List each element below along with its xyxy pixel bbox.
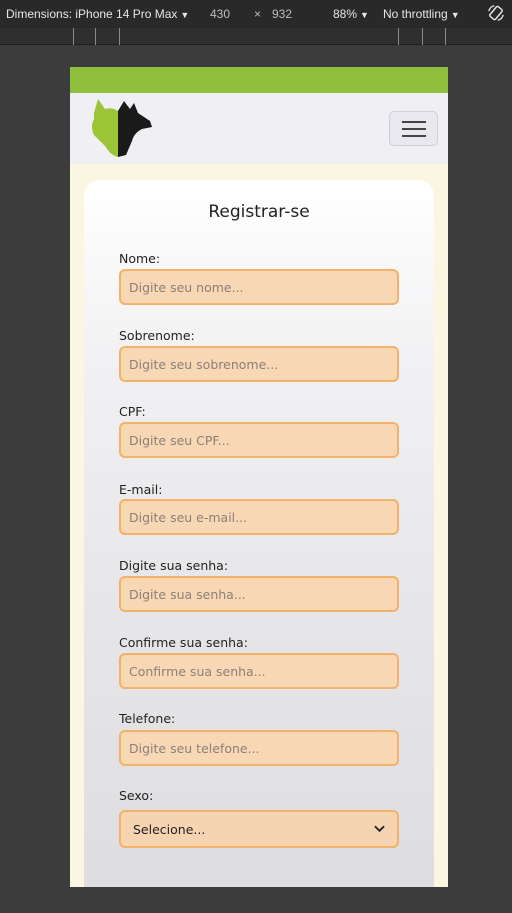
sobrenome-label: Sobrenome: xyxy=(119,328,195,343)
confirme-senha-input[interactable] xyxy=(119,653,399,689)
ruler-mark xyxy=(73,28,74,45)
chevron-down-icon: ▼ xyxy=(360,10,369,20)
nome-input[interactable] xyxy=(119,269,399,305)
telefone-label: Telefone: xyxy=(119,711,176,726)
throttling-dropdown[interactable]: No throttling ▼ xyxy=(383,7,460,21)
confirme-senha-label: Confirme sua senha: xyxy=(119,635,248,650)
devtools-toolbar: Dimensions: iPhone 14 Pro Max ▼ 430 × 932… xyxy=(0,0,512,28)
senha-input[interactable] xyxy=(119,576,399,612)
sexo-selected-value: Selecione... xyxy=(133,821,206,837)
ruler-mark xyxy=(422,28,423,45)
ruler-mark xyxy=(445,28,446,45)
senha-label: Digite sua senha: xyxy=(119,558,229,573)
cpf-input[interactable] xyxy=(119,422,399,458)
throttling-value: No throttling xyxy=(383,7,448,21)
zoom-dropdown[interactable]: 88% ▼ xyxy=(333,7,369,21)
telefone-input[interactable] xyxy=(119,730,399,766)
viewport-height[interactable]: 932 xyxy=(272,7,292,21)
navbar xyxy=(70,93,448,164)
viewport-width[interactable]: 430 xyxy=(210,7,230,21)
menu-toggle-button[interactable] xyxy=(389,111,438,146)
sobrenome-input[interactable] xyxy=(119,346,399,382)
sexo-select[interactable]: Selecione... xyxy=(119,810,399,848)
ruler-mark xyxy=(398,28,399,45)
sexo-label: Sexo: xyxy=(119,788,154,803)
register-form-card: Registrar-se Nome: Sobrenome: CPF: E-mai… xyxy=(84,180,434,887)
rotate-icon[interactable] xyxy=(487,4,505,22)
chevron-down-icon: ▼ xyxy=(450,10,460,20)
cat-dog-logo[interactable] xyxy=(88,99,158,159)
zoom-value: 88% xyxy=(333,7,358,21)
media-query-ruler xyxy=(0,28,512,45)
cpf-label: CPF: xyxy=(119,404,146,419)
ruler-mark xyxy=(119,28,120,45)
device-viewport: Registrar-se Nome: Sobrenome: CPF: E-mai… xyxy=(70,67,448,887)
ruler-mark xyxy=(95,28,96,45)
nome-label: Nome: xyxy=(119,251,161,266)
device-name: Dimensions: iPhone 14 Pro Max xyxy=(6,7,178,21)
chevron-down-icon xyxy=(374,825,385,833)
email-input[interactable] xyxy=(119,499,399,535)
chevron-down-icon: ▼ xyxy=(180,10,190,20)
device-dimensions-dropdown[interactable]: Dimensions: iPhone 14 Pro Max ▼ xyxy=(6,7,189,21)
email-label: E-mail: xyxy=(119,482,163,497)
top-accent-bar xyxy=(70,67,448,93)
hamburger-icon xyxy=(401,120,426,137)
form-title: Registrar-se xyxy=(208,202,310,222)
dimensions-separator: × xyxy=(254,7,262,21)
